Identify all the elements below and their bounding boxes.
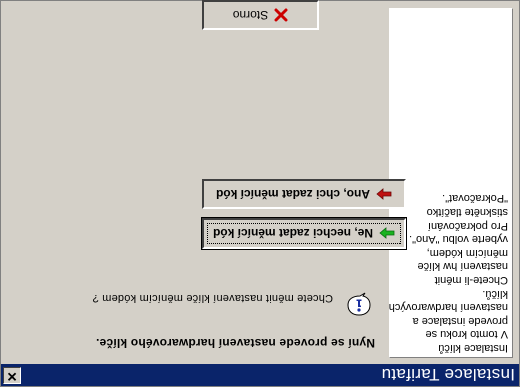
help-line: Chcete-li měnit — [434, 274, 508, 287]
close-icon: ✕ — [6, 369, 18, 384]
help-panel: Instalace klíčů V tomto kroku se provede… — [389, 8, 513, 358]
installer-window: Instalace Tarifatu ✕ Instalace klíčů V t… — [0, 0, 520, 387]
no-button[interactable]: Ne, nechci zadat měnící kód — [201, 217, 407, 250]
help-line: Instalace klíčů — [438, 342, 508, 354]
help-line: Pro pokračování — [427, 219, 508, 232]
close-icon — [274, 8, 288, 22]
yes-button[interactable]: Ano, chci zadat měnící kód — [202, 179, 406, 209]
title-bar[interactable]: Instalace Tarifatu ✕ — [1, 364, 519, 386]
help-line: provede instalace a — [412, 314, 508, 327]
close-button[interactable]: ✕ — [3, 367, 21, 384]
no-button-label: Ne, nechci zadat měnící kód — [212, 226, 374, 241]
cancel-button[interactable]: Storno — [202, 0, 319, 30]
yes-button-label: Ano, chci zadat měnící kód — [215, 187, 371, 201]
help-line: "Pokračovat". — [442, 192, 508, 205]
arrow-right-icon — [379, 227, 395, 240]
help-line: stiskněte tlačítko — [426, 206, 508, 219]
window-title: Instalace Tarifatu — [381, 365, 515, 384]
arrow-right-icon — [376, 188, 392, 200]
help-line: V tomto kroku se — [425, 328, 508, 341]
help-line: nastavení hw klíče — [417, 260, 509, 273]
help-line: nastavení hardwarových — [388, 301, 508, 314]
info-icon — [347, 292, 371, 316]
question-text: Chcete měnit nastavení klíče měnícím kód… — [92, 292, 333, 304]
help-line: klíčů. — [482, 287, 508, 300]
help-line: vyberte volbu "Ano". — [409, 233, 508, 246]
page-heading: Nyní se provede nastavení hardwarového k… — [95, 336, 375, 350]
help-line: měnícím kódem, — [426, 246, 508, 259]
cancel-button-label: Storno — [232, 8, 269, 22]
